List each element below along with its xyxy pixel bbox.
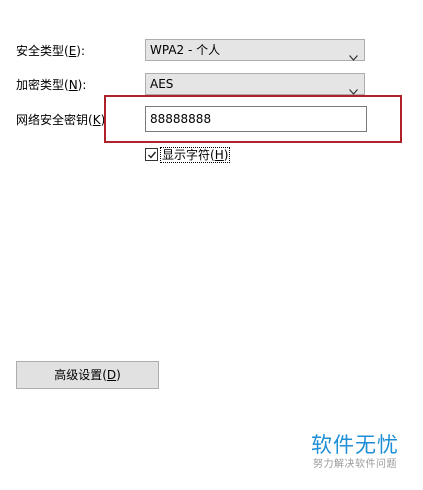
show-characters-label[interactable]: 显示字符(H) [160,147,231,163]
chevron-down-icon [349,47,358,61]
encryption-type-dropdown[interactable]: AES [145,73,365,95]
watermark-logo: 软件无忧 努力解决软件问题 [300,432,410,472]
encryption-type-value: AES [150,77,174,91]
chevron-down-icon [349,81,358,95]
highlight-box [104,95,402,143]
watermark-subtitle: 努力解决软件问题 [313,459,397,470]
security-type-dropdown[interactable]: WPA2 - 个人 [145,39,365,61]
watermark-title: 软件无忧 [311,433,399,457]
network-key-label: 网络安全密钥(K) [16,113,106,127]
security-type-value: WPA2 - 个人 [150,43,221,57]
advanced-settings-button[interactable]: 高级设置(D) [16,361,159,389]
show-characters-checkbox[interactable] [145,148,158,161]
checkmark-icon [148,151,157,159]
encryption-type-label: 加密类型(N): [16,78,87,92]
security-type-label: 安全类型(E): [16,44,86,58]
